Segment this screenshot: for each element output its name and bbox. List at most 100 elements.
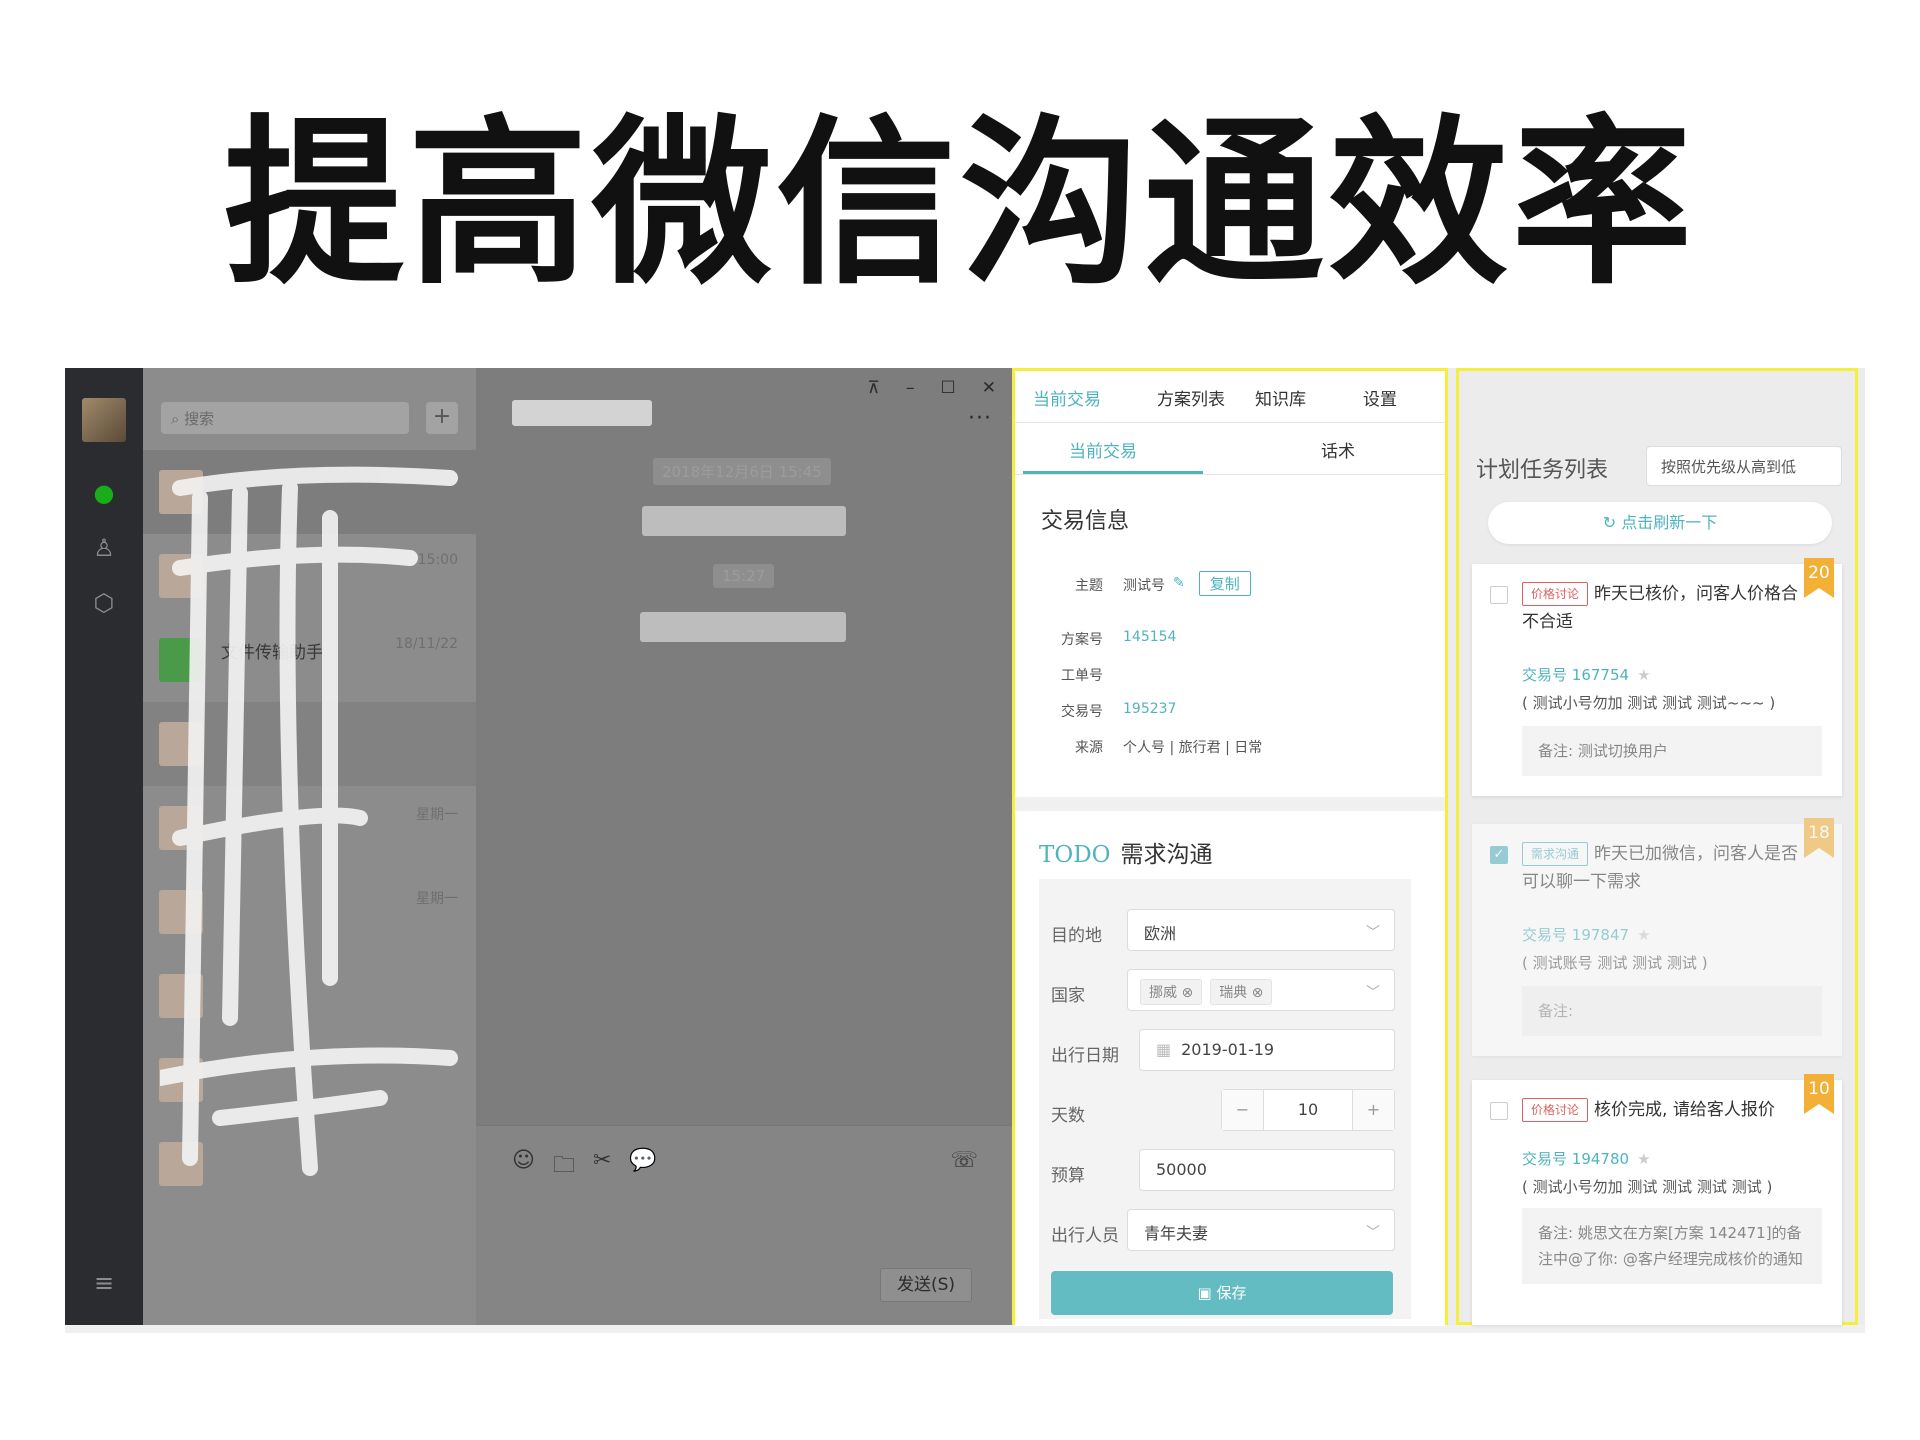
emoji-icon[interactable]: ☺ — [512, 1148, 535, 1186]
time-chip: 15:27 — [713, 564, 775, 588]
country-label: 国家 — [1051, 986, 1085, 1006]
country-tag-label: 瑞典 — [1219, 985, 1248, 1001]
trade-ref-value[interactable]: 194780 — [1572, 1150, 1629, 1168]
field-source: 来源 个人号 | 旅行君 | 日常 — [1015, 737, 1262, 757]
increment-button[interactable]: + — [1352, 1090, 1394, 1130]
field-value[interactable]: 195237 — [1123, 701, 1176, 721]
trade-ref-label: 交易号 — [1522, 1150, 1568, 1168]
chevron-down-icon: ﹀ — [1366, 985, 1380, 1001]
window-controls: ⊼ – ☐ ✕ — [868, 378, 996, 398]
destination-value: 欧洲 — [1144, 924, 1177, 943]
budget-label: 预算 — [1051, 1166, 1085, 1186]
country-tag: 瑞典 ⊗ — [1210, 979, 1273, 1005]
wechat-sidebar: ● ♙ ⬡ ≡ — [65, 368, 143, 1325]
message-redacted — [640, 612, 846, 642]
conversation-list: ⌕ 搜索 + 15:00 文件传输助手 18/11/22 星期一 星期一 — [143, 368, 476, 1325]
avatar[interactable] — [82, 398, 126, 442]
copy-button[interactable]: 复制 — [1198, 571, 1251, 596]
chat-icon[interactable]: ● — [89, 478, 119, 508]
task-card[interactable]: 10 价格讨论 核价完成, 请给客人报价 交易号 194780 ★ ( 测试小号勿加… — [1472, 1074, 1842, 1325]
country-select[interactable]: 挪威 ⊗ 瑞典 ⊗ ﹀ — [1127, 969, 1395, 1011]
field-value[interactable]: 145154 — [1123, 629, 1176, 649]
task-card[interactable]: 20 价格讨论 昨天已核价，问客人价格合不合适 交易号 167754 ★ ( 测试小… — [1472, 558, 1842, 796]
field-label: 方案号 — [1061, 632, 1103, 648]
field-trade-no: 交易号 195237 — [1015, 701, 1176, 721]
conv-time: 星期一 — [416, 891, 458, 907]
star-icon[interactable]: ★ — [1637, 1150, 1650, 1168]
list-item[interactable] — [143, 450, 476, 534]
search-input[interactable]: ⌕ 搜索 — [161, 402, 409, 434]
scissors-icon[interactable]: ✂ — [593, 1148, 611, 1186]
add-button[interactable]: + — [426, 402, 458, 434]
list-item[interactable] — [143, 1122, 476, 1206]
task-note: 备注: 测试切换用户 — [1522, 726, 1822, 776]
subtab-scripts[interactable]: 话术 — [1321, 437, 1355, 462]
task-checkbox[interactable]: ✓ — [1490, 846, 1508, 864]
close-icon[interactable]: ✕ — [982, 378, 996, 398]
date-input[interactable]: ▦ 2019-01-19 — [1139, 1029, 1395, 1071]
date-label: 出行日期 — [1051, 1046, 1119, 1066]
task-note: 备注: — [1522, 986, 1822, 1036]
list-item[interactable]: 15:00 — [143, 534, 476, 618]
folder-icon[interactable]: 🗀 — [553, 1148, 575, 1186]
call-icon[interactable]: ☏ — [950, 1148, 978, 1173]
sort-select[interactable]: 按照优先级从高到低 — [1646, 446, 1842, 486]
contacts-icon[interactable]: ♙ — [89, 533, 119, 563]
avatar — [159, 1058, 203, 1102]
list-item[interactable]: 文件传输助手 18/11/22 — [143, 618, 476, 702]
list-item[interactable] — [143, 1038, 476, 1122]
refresh-button[interactable]: ↻ 点击刷新一下 — [1488, 502, 1832, 544]
search-placeholder: 搜索 — [184, 410, 215, 428]
task-card[interactable]: 18 ✓ 需求沟通 昨天已加微信，问客人是否可以聊一下需求 交易号 197847 ★… — [1472, 818, 1842, 1056]
chat-pane: ⊼ – ☐ ✕ ··· 2018年12月6日 15:45 15:27 ☺ 🗀 ✂… — [476, 368, 1012, 1325]
conv-name: 文件传输助手 — [221, 643, 323, 663]
tab-knowledge[interactable]: 知识库 — [1255, 385, 1306, 410]
list-item[interactable]: 星期一 — [143, 870, 476, 954]
remove-tag-icon[interactable]: ⊗ — [1252, 985, 1264, 1001]
star-icon[interactable]: ★ — [1637, 926, 1650, 944]
trade-info-card: 交易信息 主题 测试号 ✎ 复制 方案号 145154 工单号 交易号 195237 来源… — [1015, 475, 1445, 797]
days-stepper[interactable]: − 10 + — [1221, 1089, 1395, 1131]
plan-panel: 计划任务列表 按照优先级从高到低 ↻ 点击刷新一下 20 价格讨论 昨天已核价，问… — [1448, 368, 1865, 1325]
trade-ref-value[interactable]: 197847 — [1572, 926, 1629, 944]
task-checkbox[interactable] — [1490, 1102, 1508, 1120]
field-label: 来源 — [1075, 740, 1103, 756]
chat-history-icon[interactable]: 💬 — [629, 1148, 656, 1186]
favorites-icon[interactable]: ⬡ — [89, 588, 119, 618]
todo-prefix: TODO — [1039, 842, 1111, 868]
main-tabs: 当前交易 方案列表 知识库 设置 — [1015, 371, 1445, 423]
sub-tabs: 当前交易 话术 — [1015, 423, 1445, 475]
list-item[interactable] — [143, 954, 476, 1038]
maximize-icon[interactable]: ☐ — [941, 378, 956, 398]
task-tag: 价格讨论 — [1522, 582, 1589, 606]
task-tag: 需求沟通 — [1522, 842, 1589, 866]
send-button[interactable]: 发送(S) — [880, 1268, 972, 1302]
travelers-select[interactable]: 青年夫妻 ﹀ — [1127, 1209, 1395, 1251]
task-checkbox[interactable] — [1490, 586, 1508, 604]
list-item[interactable]: 星期一 — [143, 786, 476, 870]
more-icon[interactable]: ··· — [968, 406, 992, 431]
days-value: 10 — [1297, 1100, 1319, 1119]
edit-icon[interactable]: ✎ — [1173, 575, 1185, 596]
subtab-current-trade[interactable]: 当前交易 — [1069, 437, 1137, 462]
menu-icon[interactable]: ≡ — [89, 1268, 119, 1298]
days-label: 天数 — [1051, 1106, 1085, 1126]
trade-ref-label: 交易号 — [1522, 926, 1568, 944]
save-button[interactable]: ▣ 保存 — [1051, 1271, 1393, 1315]
pin-icon[interactable]: ⊼ — [868, 378, 880, 398]
decrement-button[interactable]: − — [1222, 1090, 1264, 1130]
task-desc: ( 测试小号勿加 测试 测试 测试 测试 ) — [1522, 1178, 1773, 1196]
list-item[interactable] — [143, 702, 476, 786]
tab-settings[interactable]: 设置 — [1363, 385, 1397, 410]
budget-input[interactable]: 50000 — [1139, 1149, 1395, 1191]
destination-select[interactable]: 欧洲 ﹀ — [1127, 909, 1395, 951]
message-input[interactable]: ☺ 🗀 ✂ 💬 ☏ 发送(S) — [476, 1125, 1012, 1325]
tab-current-trade[interactable]: 当前交易 — [1033, 385, 1101, 410]
conv-time: 星期一 — [416, 807, 458, 823]
trade-ref-value[interactable]: 167754 — [1572, 666, 1629, 684]
tab-plan-list[interactable]: 方案列表 — [1157, 385, 1225, 410]
star-icon[interactable]: ★ — [1637, 666, 1650, 684]
remove-tag-icon[interactable]: ⊗ — [1181, 985, 1193, 1001]
minimize-icon[interactable]: – — [906, 378, 915, 398]
todo-title: 需求沟通 — [1120, 842, 1213, 868]
